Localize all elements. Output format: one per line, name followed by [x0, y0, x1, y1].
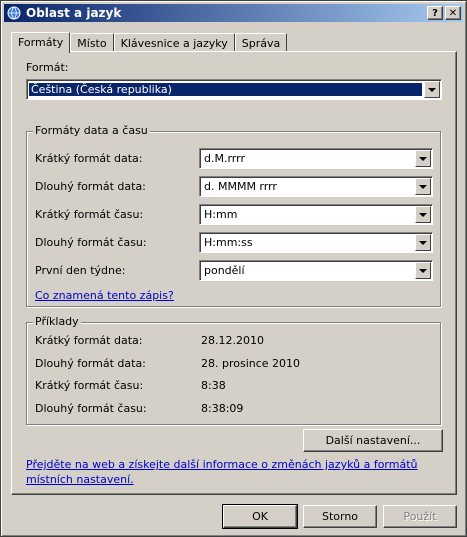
first-day-label: První den týdne: [35, 264, 126, 277]
apply-button[interactable]: Použít [383, 505, 457, 528]
notation-help-link[interactable]: Co znamená tento zápis? [35, 289, 174, 302]
cancel-button[interactable]: Storno [303, 505, 377, 528]
short-time-select[interactable]: H:mm [199, 204, 433, 225]
short-time-value: H:mm [204, 208, 238, 221]
help-button[interactable]: ? [427, 6, 443, 20]
example-short-date-label: Krátký formát data: [35, 334, 143, 347]
region-language-dialog: Oblast a jazyk ? ✕ Formáty Místo Klávesn… [0, 0, 467, 537]
chevron-down-icon [419, 212, 427, 217]
web-info-link-line2[interactable]: místních nastavení. [26, 473, 134, 486]
ok-button[interactable]: OK [222, 504, 298, 529]
example-long-time-value: 8:38:09 [201, 402, 244, 415]
web-info-link-line1[interactable]: Přejděte na web a získejte další informa… [26, 458, 418, 471]
window-title: Oblast a jazyk [26, 6, 122, 20]
long-date-value: d. MMMM rrrr [204, 180, 277, 193]
long-time-select[interactable]: H:mm:ss [199, 232, 433, 253]
example-short-date-value: 28.12.2010 [201, 334, 264, 347]
tab-bar: Formáty Místo Klávesnice a jazyky Správa [11, 31, 288, 53]
chevron-down-icon [419, 184, 427, 189]
datetime-formats-group: Formáty data a času Krátký formát data: … [26, 124, 441, 307]
dropdown-button[interactable] [415, 206, 431, 223]
format-select-value: Čeština (Česká republika) [28, 82, 423, 97]
formats-panel: Formát: Čeština (Česká republika) Formát… [11, 51, 457, 495]
long-time-label: Dlouhý formát času: [35, 236, 147, 249]
chevron-down-icon [419, 268, 427, 273]
long-time-value: H:mm:ss [204, 236, 253, 249]
short-date-select[interactable]: d.M.rrrr [199, 148, 433, 169]
short-date-label: Krátký formát data: [35, 152, 143, 165]
chevron-down-icon [419, 156, 427, 161]
close-button[interactable]: ✕ [445, 6, 461, 20]
datetime-group-title: Formáty data a času [33, 124, 150, 137]
title-bar[interactable]: Oblast a jazyk ? ✕ [4, 4, 463, 22]
long-date-select[interactable]: d. MMMM rrrr [199, 176, 433, 197]
example-long-time-label: Dlouhý formát času: [35, 402, 147, 415]
dropdown-button[interactable] [415, 178, 431, 195]
dropdown-button[interactable] [415, 234, 431, 251]
example-short-time-label: Krátký formát času: [35, 379, 144, 392]
globe-icon [6, 5, 22, 21]
tab-keyboards-languages[interactable]: Klávesnice a jazyky [113, 33, 235, 52]
example-long-date-label: Dlouhý formát data: [35, 357, 146, 370]
examples-group-title: Příklady [33, 315, 81, 328]
example-long-date-value: 28. prosince 2010 [201, 357, 301, 370]
chevron-down-icon [428, 87, 436, 92]
chevron-down-icon [419, 240, 427, 245]
short-time-label: Krátký formát času: [35, 208, 144, 221]
first-day-value: pondělí [204, 264, 245, 277]
dropdown-button[interactable] [415, 150, 431, 167]
examples-group: Příklady Krátký formát data: 28.12.2010 … [26, 315, 441, 425]
format-select[interactable]: Čeština (Česká republika) [26, 79, 442, 100]
long-date-label: Dlouhý formát data: [35, 180, 146, 193]
dropdown-button[interactable] [424, 81, 440, 98]
tab-formats[interactable]: Formáty [11, 32, 71, 53]
tab-location[interactable]: Místo [70, 33, 114, 52]
more-settings-button[interactable]: Další nastavení... [303, 429, 443, 452]
tab-administrative[interactable]: Správa [234, 33, 288, 52]
format-label: Formát: [26, 61, 69, 74]
example-short-time-value: 8:38 [201, 379, 226, 392]
dropdown-button[interactable] [415, 262, 431, 279]
close-icon: ✕ [448, 7, 458, 19]
short-date-value: d.M.rrrr [204, 152, 245, 165]
first-day-select[interactable]: pondělí [199, 260, 433, 281]
